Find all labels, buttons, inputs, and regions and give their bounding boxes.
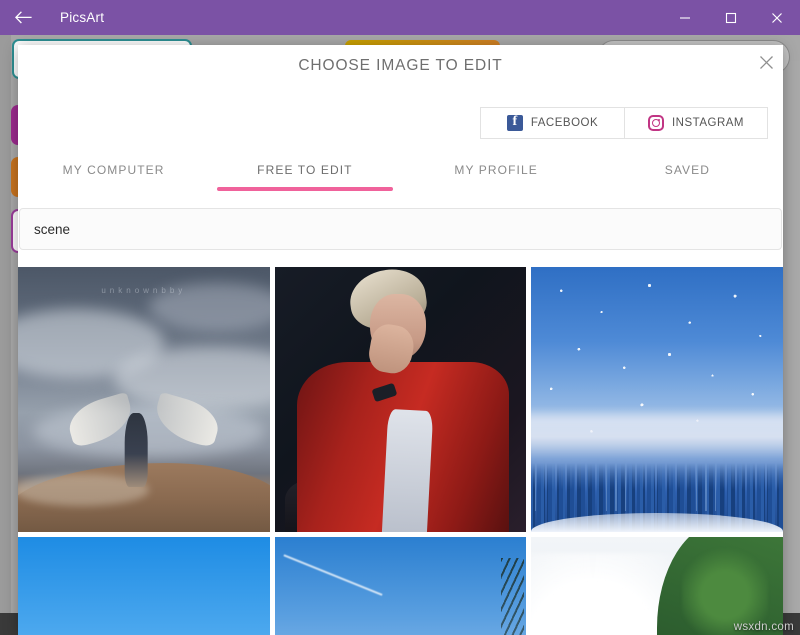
tab-my-profile[interactable]: MY PROFILE	[401, 155, 592, 191]
image-result-item[interactable]	[531, 267, 783, 532]
dialog-title: CHOOSE IMAGE TO EDIT	[298, 57, 503, 74]
title-bar: PicsArt	[0, 0, 800, 35]
social-import-group: FACEBOOK INSTAGRAM	[480, 107, 768, 139]
image-result-item[interactable]	[274, 537, 527, 635]
image-thumbnail	[274, 267, 527, 532]
instagram-icon	[647, 115, 664, 131]
facebook-import-button[interactable]: FACEBOOK	[481, 108, 624, 138]
image-results-grid: unknownbby	[18, 267, 783, 635]
image-result-item[interactable]: unknownbby	[18, 267, 270, 532]
app-window: PicsArt CHOOSE IMAGE TO EDIT f FACEBOOK …	[0, 0, 800, 635]
maximize-button[interactable]	[708, 0, 754, 35]
tab-my-computer[interactable]: MY COMPUTER	[18, 155, 209, 191]
image-thumbnail	[531, 267, 783, 532]
search-row	[18, 208, 783, 250]
tab-free-to-edit[interactable]: FREE TO EDIT	[209, 155, 400, 191]
image-result-item[interactable]	[274, 267, 527, 532]
tab-label: SAVED	[664, 163, 711, 177]
background-left-rail	[0, 35, 11, 635]
search-input[interactable]	[19, 208, 782, 250]
facebook-icon	[506, 114, 523, 131]
facebook-label: FACEBOOK	[530, 117, 599, 129]
app-title: PicsArt	[60, 10, 105, 25]
close-button[interactable]	[754, 0, 800, 35]
dialog-close-icon[interactable]	[753, 49, 779, 75]
site-watermark: wsxdn.com	[733, 621, 794, 633]
image-overlay-text: unknownbby	[101, 285, 187, 295]
back-arrow-icon[interactable]	[0, 0, 46, 35]
choose-image-dialog: CHOOSE IMAGE TO EDIT FACEBOOK INSTAGRAM …	[18, 45, 783, 635]
tab-saved[interactable]: SAVED	[592, 155, 783, 191]
minimize-button[interactable]	[662, 0, 708, 35]
tab-label: MY COMPUTER	[62, 163, 165, 177]
image-result-item[interactable]	[18, 537, 270, 635]
image-thumbnail	[18, 537, 270, 635]
tab-label: MY PROFILE	[454, 163, 538, 177]
instagram-label: INSTAGRAM	[671, 117, 744, 129]
instagram-import-button[interactable]: INSTAGRAM	[624, 108, 767, 138]
image-thumbnail: unknownbby	[18, 267, 270, 532]
tab-label: FREE TO EDIT	[257, 163, 353, 177]
image-thumbnail	[274, 537, 527, 635]
source-tabs: MY COMPUTER FREE TO EDIT MY PROFILE SAVE…	[18, 155, 783, 191]
